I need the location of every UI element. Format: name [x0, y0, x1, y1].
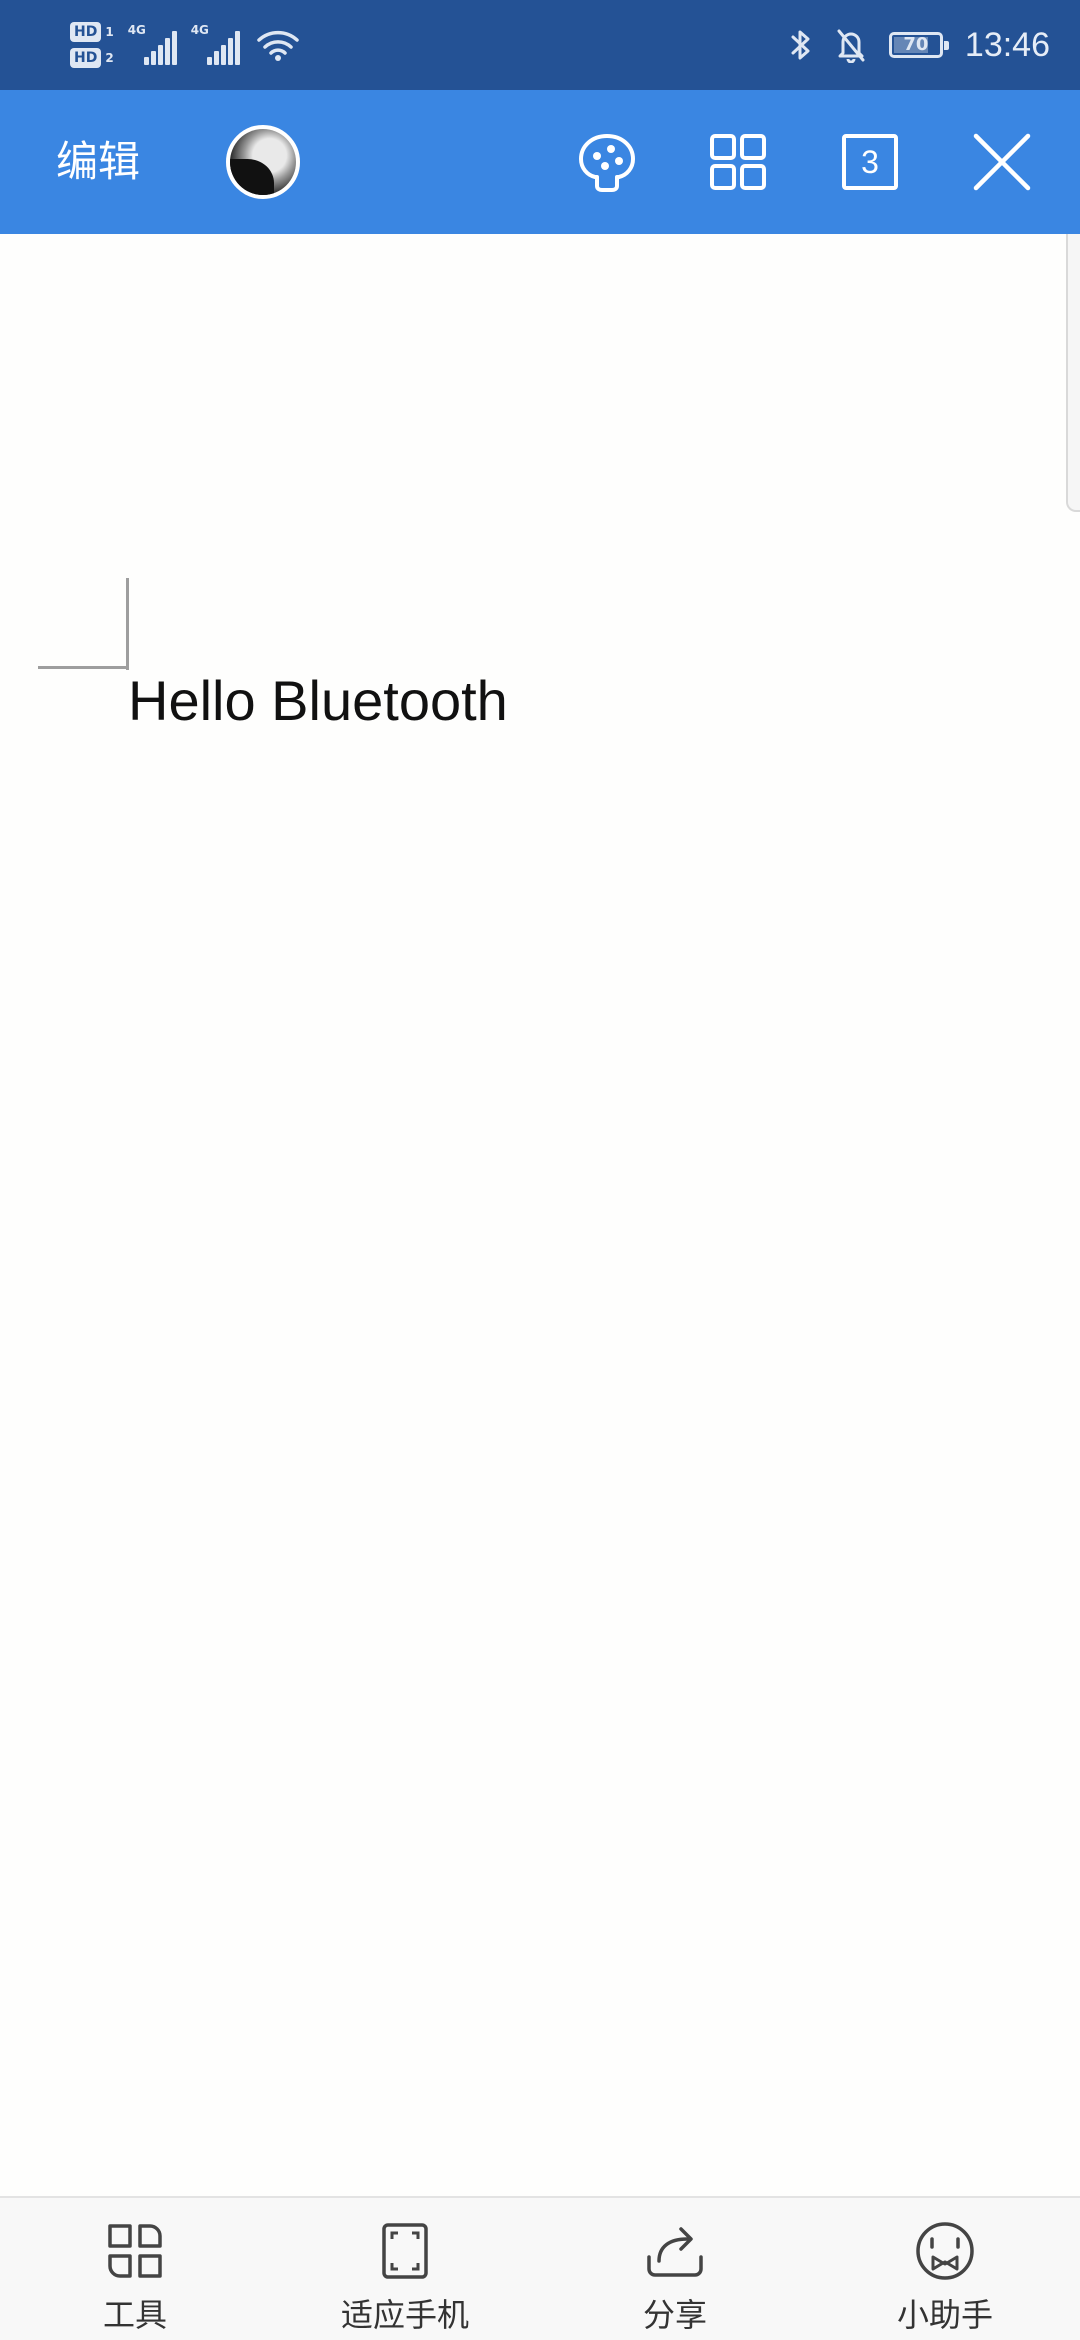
signal-2-icon: 4G: [190, 23, 240, 65]
avatar[interactable]: [226, 125, 300, 199]
tools-button[interactable]: 工具: [85, 2198, 185, 2340]
share-icon: [642, 2218, 708, 2284]
tab-label: 适应手机: [340, 2296, 469, 2334]
wifi-icon: [256, 28, 300, 62]
battery-fill: [893, 37, 928, 53]
tab-label: 工具: [102, 2296, 167, 2334]
scrollbar[interactable]: [1066, 234, 1080, 512]
status-left-group: HD 1 HD 2 4G 4G: [70, 14, 300, 76]
bottom-toolbar: 工具 适应手机 分享 小助手: [0, 2196, 1080, 2340]
tab-count: 3: [861, 144, 879, 180]
clock: 13:46: [964, 25, 1050, 64]
status-bar: HD 1 HD 2 4G 4G 70 13:46: [0, 0, 1080, 90]
sim-index: 2: [105, 51, 114, 65]
battery-icon: 70: [888, 32, 949, 58]
page-margin-corner-h: [38, 666, 129, 669]
assistant-face-icon: [912, 2218, 978, 2284]
share-button[interactable]: 分享: [625, 2198, 725, 2340]
hd-badge: HD: [70, 22, 102, 42]
sim2-indicator: HD 2: [70, 48, 114, 68]
page-margin-corner: [126, 578, 129, 670]
top-app-bar: 编辑 3: [0, 90, 1080, 234]
fit-screen-icon: [372, 2218, 438, 2284]
tab-count-icon[interactable]: 3: [830, 122, 910, 202]
network-type: 4G: [190, 23, 209, 37]
tools-grid-icon: [102, 2218, 168, 2284]
status-right-group: 70 13:46: [789, 0, 1050, 90]
close-icon[interactable]: [962, 122, 1042, 202]
tab-label: 小助手: [896, 2296, 993, 2334]
assistant-button[interactable]: 小助手: [880, 2198, 1010, 2340]
sim-indicators: HD 1 HD 2: [70, 22, 114, 68]
document-canvas[interactable]: Hello Bluetooth: [0, 234, 1080, 2196]
bluetooth-icon: [789, 27, 813, 63]
fit-screen-button[interactable]: 适应手机: [335, 2198, 475, 2340]
tab-label: 分享: [642, 2296, 707, 2334]
signal-1-icon: 4G: [127, 23, 177, 65]
grid-icon[interactable]: [698, 122, 778, 202]
sim-index: 1: [105, 25, 114, 39]
hd-badge: HD: [70, 48, 102, 68]
network-type: 4G: [127, 23, 146, 37]
document-text[interactable]: Hello Bluetooth: [128, 668, 508, 733]
edit-button[interactable]: 编辑: [56, 90, 140, 234]
palette-icon[interactable]: [567, 122, 647, 202]
sim1-indicator: HD 1: [70, 22, 114, 42]
notifications-off-icon: [835, 27, 867, 63]
